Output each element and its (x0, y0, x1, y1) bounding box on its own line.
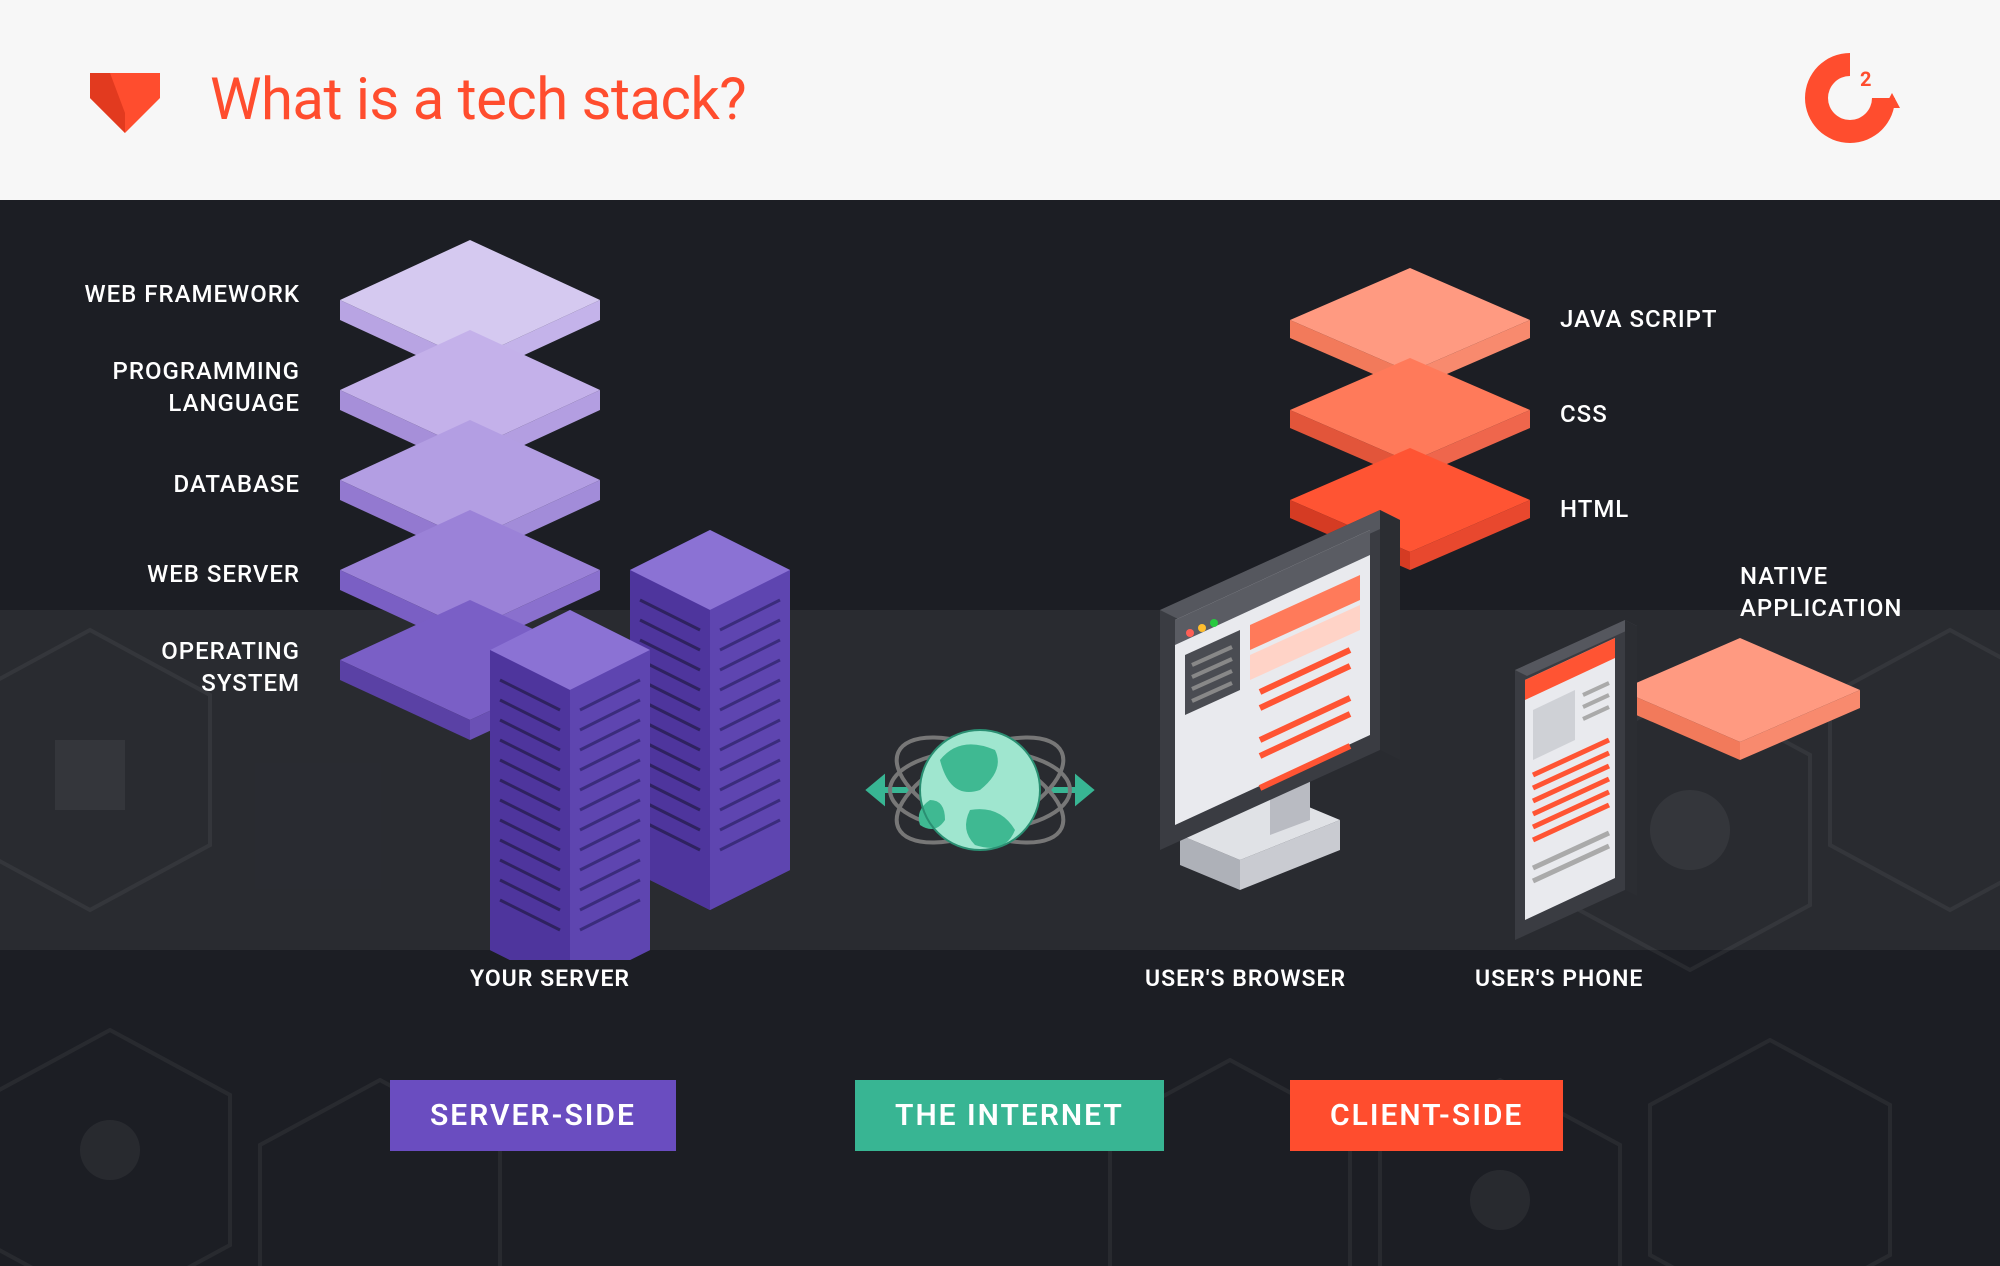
server-tower-icon (470, 520, 870, 964)
diagram-canvas: WEB FRAMEWORK PROGRAMMINGLANGUAGE DATABA… (0, 200, 2000, 1266)
server-layer-label: DATABASE (40, 470, 300, 498)
server-layer-label: WEB FRAMEWORK (40, 280, 300, 308)
native-app-label: NATIVE APPLICATION (1740, 560, 1902, 625)
native-app-label-line: APPLICATION (1740, 592, 1902, 624)
server-layer-label: WEB SERVER (40, 560, 300, 588)
page-title: What is a tech stack? (210, 66, 746, 134)
server-side-pill: SERVER-SIDE (390, 1080, 676, 1151)
globe-icon (860, 680, 1100, 904)
header-left: What is a tech stack? (80, 58, 746, 142)
browser-caption: USER'S BROWSER (1145, 965, 1346, 992)
brand-arrow-icon (80, 58, 170, 142)
client-side-pill: CLIENT-SIDE (1290, 1080, 1563, 1151)
client-layer-label: JAVA SCRIPT (1560, 305, 1718, 333)
client-layer-label: HTML (1560, 495, 1629, 523)
server-layer-label: OPERATINGSYSTEM (40, 635, 300, 700)
server-caption: YOUR SERVER (470, 965, 630, 992)
bg-hex-icon (0, 1020, 240, 1266)
desktop-monitor-icon (1120, 490, 1460, 914)
phone-icon (1485, 610, 1655, 954)
native-app-label-line: NATIVE (1740, 560, 1902, 592)
header: What is a tech stack? 2 (0, 0, 2000, 200)
bg-hex-icon (1640, 1030, 1900, 1266)
server-layer-label: PROGRAMMINGLANGUAGE (40, 355, 300, 420)
g2-logo-icon: 2 (1800, 48, 1900, 152)
svg-text:2: 2 (1860, 67, 1871, 91)
internet-pill: THE INTERNET (855, 1080, 1164, 1151)
client-layer-label: CSS (1560, 400, 1608, 428)
phone-caption: USER'S PHONE (1475, 965, 1643, 992)
